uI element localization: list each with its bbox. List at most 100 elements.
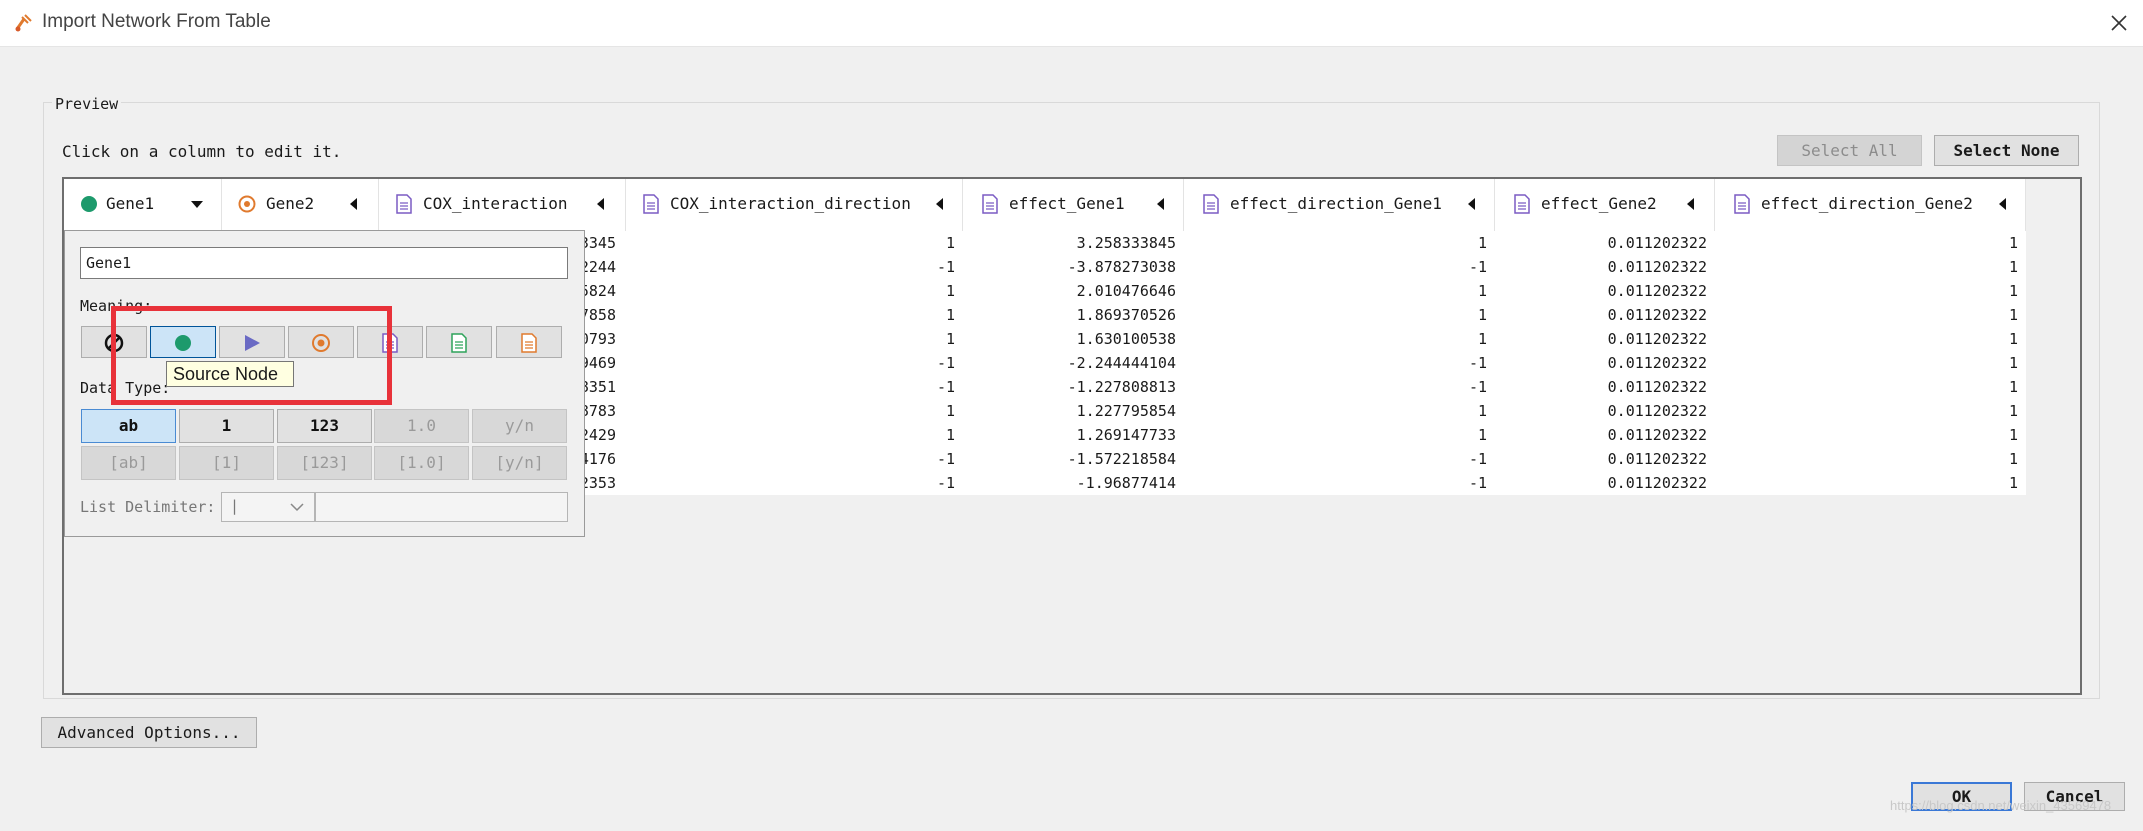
table-cell: 1 — [945, 282, 955, 300]
meaning-interaction-button[interactable] — [219, 326, 285, 358]
table-cell: 1.869370526 — [1076, 306, 1176, 324]
type-long-list-button[interactable]: [123] — [277, 446, 372, 480]
table-cell: -1 — [936, 258, 955, 276]
table-cell: 2244 — [579, 258, 616, 276]
meaning-target-node-button[interactable] — [288, 326, 354, 358]
table-cell: -1.227808813 — [1067, 378, 1176, 396]
meaning-source-node-button[interactable] — [150, 326, 216, 358]
type-floating-list-button[interactable]: [1.0] — [374, 446, 469, 480]
table-cell: 1 — [2008, 402, 2018, 420]
table-cell: 0.011202322 — [1607, 354, 1707, 372]
table-cell: -1 — [936, 450, 955, 468]
meaning-edge-attribute-button[interactable] — [357, 326, 423, 358]
chevron-left-icon[interactable] — [934, 197, 944, 211]
type-string-list-button[interactable]: [ab] — [81, 446, 176, 480]
table-cell: -1 — [1468, 354, 1487, 372]
table-cell: 0.011202322 — [1607, 330, 1707, 348]
list-delimiter-custom-field[interactable] — [315, 492, 568, 522]
column-label: COX_interaction — [423, 194, 568, 213]
chevron-left-icon[interactable] — [1466, 197, 1476, 211]
column-label: effect_Gene1 — [1009, 194, 1125, 213]
table-cell: 1 — [2008, 354, 2018, 372]
table-cell: 1 — [1477, 330, 1487, 348]
table-cell: 1 — [945, 330, 955, 348]
select-all-button[interactable]: Select All — [1777, 135, 1922, 166]
table-cell: 0.011202322 — [1607, 234, 1707, 252]
column-header-effect-direction-gene2[interactable]: effect_direction_Gene2 — [1715, 179, 2026, 231]
table-cell: 1 — [1477, 426, 1487, 444]
chevron-left-icon[interactable] — [595, 197, 605, 211]
target-node-icon — [238, 195, 256, 213]
edge-attribute-icon — [396, 194, 412, 214]
table-cell: -1 — [936, 378, 955, 396]
edge-attribute-icon — [982, 194, 998, 214]
edge-attribute-icon — [643, 194, 659, 214]
meaning-label: Meaning: — [80, 297, 153, 315]
preview-hint: Click on a column to edit it. — [62, 142, 342, 161]
column-header-effect-direction-gene1[interactable]: effect_direction_Gene1 — [1184, 179, 1495, 231]
table-cell: 0.011202322 — [1607, 282, 1707, 300]
table-cell: 0.011202322 — [1607, 402, 1707, 420]
type-integer-list-button[interactable]: [1] — [179, 446, 274, 480]
table-cell: 1 — [1477, 282, 1487, 300]
meaning-source-node-attribute-button[interactable] — [426, 326, 492, 358]
edge-attribute-icon — [382, 333, 398, 353]
close-icon[interactable] — [2108, 12, 2130, 34]
chevron-left-icon[interactable] — [1997, 197, 2007, 211]
column-header-effect-gene1[interactable]: effect_Gene1 — [963, 179, 1184, 231]
list-delimiter-value: | — [230, 497, 240, 515]
table-cell: -1 — [1468, 258, 1487, 276]
window-title: Import Network From Table — [42, 11, 271, 32]
chevron-left-icon[interactable] — [348, 197, 358, 211]
data-type-label: Data Type: — [80, 379, 171, 397]
chevron-left-icon[interactable] — [1685, 197, 1695, 211]
watermark: https://blog.csdn.net/weixin_43569478 — [1890, 798, 2112, 813]
chevron-left-icon[interactable] — [1155, 197, 1165, 211]
column-header-gene2[interactable]: Gene2 — [222, 179, 379, 231]
table-cell: 0.011202322 — [1607, 474, 1707, 492]
table-cell: 1.227795854 — [1076, 402, 1176, 420]
table-cell: 7858 — [579, 306, 616, 324]
type-boolean-button[interactable]: y/n — [472, 409, 567, 443]
list-delimiter-select[interactable]: | — [221, 492, 315, 522]
table-cell: 1 — [1477, 306, 1487, 324]
chevron-down-icon[interactable] — [190, 197, 204, 211]
table-cell: 0.011202322 — [1607, 378, 1707, 396]
edge-attribute-icon — [1514, 194, 1530, 214]
meaning-target-node-attribute-button[interactable] — [496, 326, 562, 358]
table-cell: 2.010476646 — [1076, 282, 1176, 300]
column-header-cox-interaction-direction[interactable]: COX_interaction_direction — [626, 179, 963, 231]
table-cell: 1 — [945, 426, 955, 444]
column-header-effect-gene2[interactable]: effect_Gene2 — [1495, 179, 1715, 231]
table-cell: 4176 — [579, 450, 616, 468]
type-boolean-list-button[interactable]: [y/n] — [472, 446, 567, 480]
column-header-cox-interaction[interactable]: COX_interaction — [379, 179, 626, 231]
meaning-not-imported-button[interactable] — [81, 326, 147, 358]
table-cell: 1.269147733 — [1076, 426, 1176, 444]
advanced-options-button[interactable]: Advanced Options... — [41, 717, 257, 748]
column-label: COX_interaction_direction — [670, 194, 911, 213]
column-label: effect_Gene2 — [1541, 194, 1657, 213]
table-cell: 1 — [2008, 234, 2018, 252]
table-cell: 1 — [945, 234, 955, 252]
table-cell: 1.630100538 — [1076, 330, 1176, 348]
select-none-button[interactable]: Select None — [1934, 135, 2079, 166]
type-floating-button[interactable]: 1.0 — [374, 409, 469, 443]
column-header-gene1[interactable]: Gene1 — [64, 179, 222, 231]
source-node-icon — [175, 335, 191, 351]
table-cell: 8783 — [579, 402, 616, 420]
source-node-icon — [81, 196, 97, 212]
target-node-icon — [312, 334, 330, 352]
table-cell: 1 — [2008, 474, 2018, 492]
column-label: Gene1 — [106, 194, 155, 213]
app-icon — [15, 14, 32, 32]
table-cell: 1 — [1477, 402, 1487, 420]
play-icon — [245, 335, 260, 351]
table-cell: 2353 — [579, 474, 616, 492]
type-long-button[interactable]: 123 — [277, 409, 372, 443]
type-string-button[interactable]: ab — [81, 409, 176, 443]
type-integer-button[interactable]: 1 — [179, 409, 274, 443]
table-cell: 0.011202322 — [1607, 426, 1707, 444]
edge-attribute-icon — [1734, 194, 1750, 214]
column-name-field[interactable]: Gene1 — [80, 247, 568, 279]
